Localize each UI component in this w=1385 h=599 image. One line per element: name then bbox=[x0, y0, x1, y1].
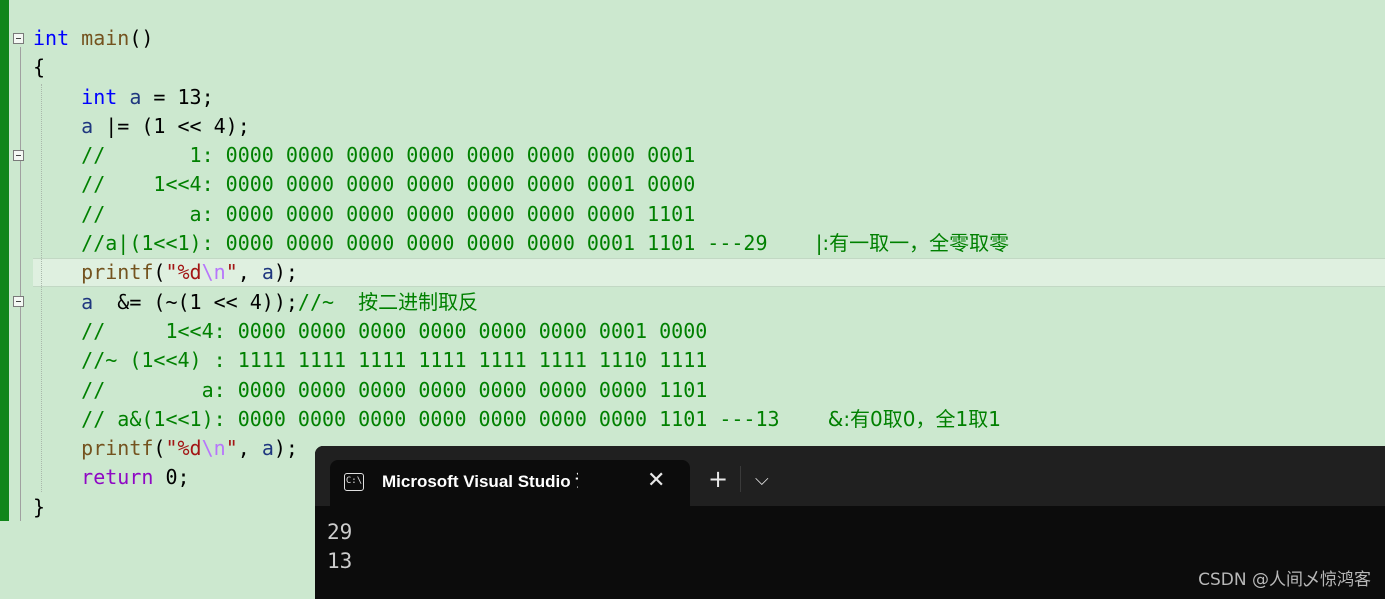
terminal-tab[interactable]: C:\ Microsoft Visual Studio 调试控制台 ✕ bbox=[330, 460, 690, 506]
code-line[interactable]: // a: 0000 0000 0000 0000 0000 0000 0000… bbox=[33, 376, 1009, 405]
code-token: a bbox=[129, 84, 142, 109]
code-token: printf bbox=[81, 436, 154, 461]
code-line[interactable]: // a: 0000 0000 0000 0000 0000 0000 0000… bbox=[33, 200, 1009, 229]
code-token: // a&(1<<1): 0000 0000 0000 0000 0000 00… bbox=[81, 406, 828, 431]
code-token: &:有0取0，全1取1 bbox=[827, 406, 1001, 431]
code-line[interactable]: // 1<<4: 0000 0000 0000 0000 0000 0000 0… bbox=[33, 317, 1009, 346]
terminal-output[interactable]: 29 13 bbox=[327, 518, 352, 576]
code-token: &= (~(1 << 4)); bbox=[93, 289, 298, 314]
code-token: //~ bbox=[297, 289, 359, 314]
code-token: // a: 0000 0000 0000 0000 0000 0000 0000… bbox=[81, 377, 708, 402]
code-token: " bbox=[225, 260, 238, 285]
code-line[interactable]: a |= (1 << 4); bbox=[33, 112, 1009, 141]
new-tab-icon[interactable]: + bbox=[708, 466, 728, 492]
code-token: |:有一取一，全零取零 bbox=[815, 231, 1010, 256]
code-token: a bbox=[261, 436, 274, 461]
code-token: // 1: 0000 0000 0000 0000 0000 0000 0000… bbox=[81, 143, 696, 168]
code-token: "%d bbox=[165, 436, 202, 461]
code-token: a bbox=[81, 113, 94, 138]
code-token: "%d bbox=[165, 260, 202, 285]
code-token: { bbox=[33, 55, 46, 80]
code-line[interactable]: printf("%d\n", a); bbox=[33, 258, 1009, 287]
close-tab-icon[interactable]: ✕ bbox=[647, 468, 665, 494]
code-token: , bbox=[237, 436, 262, 461]
code-token: a bbox=[81, 289, 94, 314]
code-token: main bbox=[81, 26, 130, 50]
code-token: // a: 0000 0000 0000 0000 0000 0000 0000… bbox=[81, 201, 696, 226]
tab-title: Microsoft Visual Studio 调试控制台 bbox=[382, 472, 578, 491]
code-token: // 1<<4: 0000 0000 0000 0000 0000 0000 0… bbox=[81, 172, 696, 197]
console-icon: C:\ bbox=[344, 473, 364, 491]
code-token: //a|(1<<1): 0000 0000 0000 0000 0000 000… bbox=[81, 231, 816, 256]
code-token: \n bbox=[201, 436, 226, 461]
code-token: a bbox=[261, 260, 274, 285]
code-line[interactable]: a &= (~(1 << 4));//~ 按二进制取反 bbox=[33, 288, 1009, 317]
collapse-comment-block-2-icon[interactable] bbox=[13, 296, 24, 307]
code-token: printf bbox=[81, 260, 154, 285]
code-token: " bbox=[225, 436, 238, 461]
code-token: ); bbox=[273, 436, 298, 461]
collapse-main-icon[interactable] bbox=[13, 33, 24, 44]
code-token: } bbox=[33, 494, 46, 519]
code-token: |= (1 << 4); bbox=[93, 113, 250, 138]
chevron-down-icon[interactable]: ⌵ bbox=[755, 467, 769, 493]
code-line[interactable]: // 1: 0000 0000 0000 0000 0000 0000 0000… bbox=[33, 141, 1009, 170]
code-token: ( bbox=[153, 436, 166, 461]
code-token: 按二进制取反 bbox=[358, 289, 479, 314]
code-token: 0; bbox=[153, 465, 190, 490]
collapse-comment-block-1-icon[interactable] bbox=[13, 150, 24, 161]
titlebar-separator bbox=[740, 466, 741, 492]
code-token: \n bbox=[201, 260, 226, 285]
terminal-titlebar: C:\ Microsoft Visual Studio 调试控制台 ✕ + ⌵ bbox=[315, 446, 1385, 506]
fold-outline bbox=[20, 47, 21, 521]
code-token: //~ (1<<4) : 1111 1111 1111 1111 1111 11… bbox=[81, 348, 708, 373]
code-line[interactable]: { bbox=[33, 53, 1009, 82]
code-line[interactable]: //a|(1<<1): 0000 0000 0000 0000 0000 000… bbox=[33, 229, 1009, 258]
code-line[interactable]: // 1<<4: 0000 0000 0000 0000 0000 0000 0… bbox=[33, 170, 1009, 199]
output-line: 13 bbox=[327, 549, 353, 573]
change-tracking-bar bbox=[0, 0, 9, 521]
code-token: = 13; bbox=[141, 84, 214, 109]
code-line[interactable]: int main() bbox=[33, 24, 1009, 53]
code-token: ); bbox=[273, 260, 298, 285]
code-token: , bbox=[237, 260, 262, 285]
code-line[interactable]: //~ (1<<4) : 1111 1111 1111 1111 1111 11… bbox=[33, 346, 1009, 375]
code-token: () bbox=[129, 26, 154, 50]
code-token: int bbox=[33, 26, 70, 50]
code-token: // 1<<4: 0000 0000 0000 0000 0000 0000 0… bbox=[81, 318, 708, 343]
output-line: 29 bbox=[327, 520, 353, 544]
code-token: ( bbox=[153, 260, 166, 285]
watermark: CSDN @人间乄惊鸿客 bbox=[1198, 570, 1371, 590]
code-line[interactable]: int a = 13; bbox=[33, 83, 1009, 112]
code-token: return bbox=[81, 465, 154, 490]
gutter-gap bbox=[9, 0, 12, 521]
code-token: int bbox=[81, 84, 118, 109]
code-line[interactable]: // a&(1<<1): 0000 0000 0000 0000 0000 00… bbox=[33, 405, 1009, 434]
